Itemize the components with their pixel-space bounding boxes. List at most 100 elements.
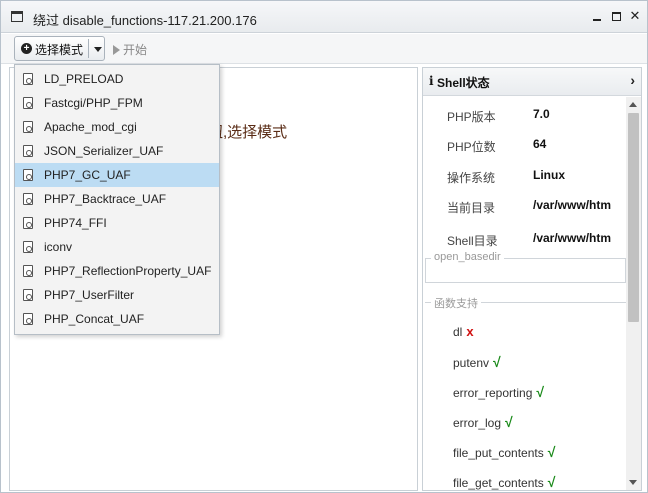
dropdown-item[interactable]: iconv xyxy=(15,235,219,259)
dropdown-item-label: PHP7_UserFilter xyxy=(44,288,135,302)
functions-legend: 函数支持 xyxy=(431,295,481,311)
dropdown-item[interactable]: PHP7_Backtrace_UAF xyxy=(15,187,219,211)
dropdown-item[interactable]: PHP74_FFI xyxy=(15,211,219,235)
window-title: 绕过 disable_functions-117.21.200.176 xyxy=(33,13,257,28)
close-button[interactable]: ✕ xyxy=(629,8,641,24)
dropdown-item-label: JSON_Serializer_UAF xyxy=(44,144,164,158)
window-icon xyxy=(11,11,23,22)
dropdown-item[interactable]: PHP_Concat_UAF xyxy=(15,307,219,331)
info-key: PHP版本 xyxy=(447,110,496,124)
info-row-shell-dir: Shell目录 /var/www/htm xyxy=(423,230,626,250)
dropdown-item-label: PHP_Concat_UAF xyxy=(44,312,145,326)
maximize-icon xyxy=(611,12,621,21)
function-name: file_get_contents xyxy=(453,476,544,490)
dropdown-item[interactable]: PHP7_ReflectionProperty_UAF xyxy=(15,259,219,283)
scrollbar-thumb[interactable] xyxy=(628,113,639,322)
supported-check-icon: √ xyxy=(547,444,556,460)
dropdown-item[interactable]: PHP7_UserFilter xyxy=(15,283,219,307)
php-file-icon xyxy=(23,265,33,277)
shell-status-title: Shell状态 xyxy=(437,76,490,90)
info-row-php-bits: PHP位数 64 xyxy=(423,136,626,156)
close-icon: ✕ xyxy=(629,8,641,23)
info-value: Linux xyxy=(533,168,565,182)
app-window: 绕过 disable_functions-117.21.200.176 ✕ + … xyxy=(0,0,648,493)
php-file-icon xyxy=(23,145,33,157)
php-file-icon xyxy=(23,97,33,109)
select-mode-label: 选择模式 xyxy=(35,43,84,57)
shell-status-body: PHP版本 7.0 PHP位数 64 操作系统 Linux 当前目录 /var/… xyxy=(423,97,626,490)
dropdown-item-label: Apache_mod_cgi xyxy=(44,120,137,134)
info-value: 7.0 xyxy=(533,107,550,121)
supported-check-icon: √ xyxy=(536,384,545,400)
info-key: Shell目录 xyxy=(447,234,498,248)
function-item-dl: dl x xyxy=(453,324,474,344)
window-controls: ✕ xyxy=(591,8,641,24)
functions-group: 函数支持 xyxy=(425,295,626,311)
button-divider xyxy=(88,39,89,58)
dropdown-item-label: iconv xyxy=(44,240,73,254)
info-row-current-dir: 当前目录 /var/www/htm xyxy=(423,197,626,217)
start-button[interactable]: 开始 xyxy=(113,41,147,58)
info-value: /var/www/htm xyxy=(533,198,612,212)
info-value: 64 xyxy=(533,137,547,151)
shell-status-header[interactable]: i Shell状态 › xyxy=(423,68,641,96)
info-key: 操作系统 xyxy=(447,171,496,185)
php-file-icon xyxy=(23,241,33,253)
minimize-button[interactable] xyxy=(591,8,603,24)
php-file-icon xyxy=(23,169,33,181)
scroll-up-icon[interactable] xyxy=(629,102,637,107)
chevron-right-icon[interactable]: › xyxy=(630,72,635,88)
start-button-label: 开始 xyxy=(123,43,148,57)
play-icon xyxy=(113,45,120,55)
info-key: 当前目录 xyxy=(447,201,496,215)
maximize-button[interactable] xyxy=(610,8,622,24)
php-file-icon xyxy=(23,217,33,229)
info-row-php-version: PHP版本 7.0 xyxy=(423,106,626,126)
open-basedir-box xyxy=(425,258,626,283)
supported-check-icon: √ xyxy=(505,414,513,430)
info-key: PHP位数 xyxy=(447,140,496,154)
supported-check-icon: √ xyxy=(547,474,556,490)
dropdown-item-label: LD_PRELOAD xyxy=(44,72,124,86)
function-item-putenv: putenv √ xyxy=(453,354,501,374)
dropdown-item[interactable]: Apache_mod_cgi xyxy=(15,115,219,139)
plus-circle-icon: + xyxy=(21,43,32,54)
function-item-file-get-contents: file_get_contents √ xyxy=(453,474,555,490)
chevron-down-icon[interactable] xyxy=(94,47,102,52)
php-file-icon xyxy=(23,73,33,85)
dropdown-item[interactable]: JSON_Serializer_UAF xyxy=(15,139,219,163)
function-name: error_log xyxy=(453,416,502,430)
function-name: dl xyxy=(453,325,463,339)
select-mode-button[interactable]: + 选择模式 xyxy=(14,36,105,61)
php-file-icon xyxy=(23,289,33,301)
dropdown-item-label: PHP74_FFI xyxy=(44,216,107,230)
dropdown-item[interactable]: LD_PRELOAD xyxy=(15,67,219,91)
vertical-scrollbar[interactable] xyxy=(626,97,641,490)
function-name: file_put_contents xyxy=(453,446,544,460)
title-bar[interactable]: 绕过 disable_functions-117.21.200.176 ✕ xyxy=(1,1,647,33)
supported-check-icon: √ xyxy=(493,354,501,370)
dropdown-item-label: PHP7_ReflectionProperty_UAF xyxy=(44,264,212,278)
function-name: error_reporting xyxy=(453,386,533,400)
info-icon: i xyxy=(429,74,434,88)
info-row-os: 操作系统 Linux xyxy=(423,167,626,187)
unsupported-x-icon: x xyxy=(466,324,474,339)
function-item-error-reporting: error_reporting √ xyxy=(453,384,544,404)
php-file-icon xyxy=(23,193,33,205)
function-name: putenv xyxy=(453,356,490,370)
dropdown-item[interactable]: Fastcgi/PHP_FPM xyxy=(15,91,219,115)
function-item-file-put-contents: file_put_contents √ xyxy=(453,444,555,464)
info-value: /var/www/htm xyxy=(533,231,612,245)
minimize-icon xyxy=(593,19,601,21)
dropdown-item-label: Fastcgi/PHP_FPM xyxy=(44,96,143,110)
mode-dropdown-menu: LD_PRELOAD Fastcgi/PHP_FPM Apache_mod_cgi J… xyxy=(14,64,220,335)
toolbar: + 选择模式 开始 xyxy=(1,34,647,64)
php-file-icon xyxy=(23,313,33,325)
dropdown-item-label: PHP7_GC_UAF xyxy=(44,168,131,182)
php-file-icon xyxy=(23,121,33,133)
dropdown-item[interactable]: PHP7_GC_UAF xyxy=(15,163,219,187)
shell-status-panel: i Shell状态 › PHP版本 7.0 PHP位数 64 操作系统 Linu… xyxy=(422,67,642,491)
function-item-error-log: error_log √ xyxy=(453,414,513,434)
scroll-down-icon[interactable] xyxy=(629,480,637,485)
dropdown-item-label: PHP7_Backtrace_UAF xyxy=(44,192,167,206)
